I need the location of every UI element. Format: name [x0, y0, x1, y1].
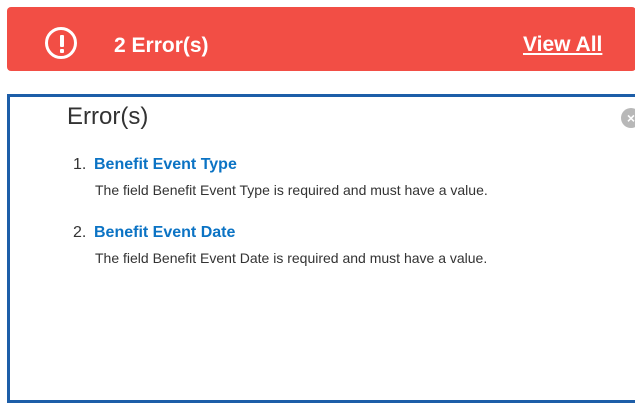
error-message: The field Benefit Event Date is required…: [95, 250, 488, 266]
close-icon[interactable]: ×: [621, 108, 635, 128]
error-count-label: 2 Error(s): [114, 34, 209, 57]
view-all-link[interactable]: View All: [523, 32, 602, 58]
error-banner: 2 Error(s) View All: [7, 7, 635, 71]
error-field-link[interactable]: Benefit Event Type: [94, 155, 237, 175]
error-item-number: 1.: [73, 156, 87, 173]
error-message: The field Benefit Event Type is required…: [95, 182, 488, 198]
panel-title: Error(s): [67, 103, 149, 130]
error-item-number: 2.: [73, 224, 87, 241]
error-field-link[interactable]: Benefit Event Date: [94, 223, 235, 243]
exclamation-circle-icon: [45, 27, 77, 59]
